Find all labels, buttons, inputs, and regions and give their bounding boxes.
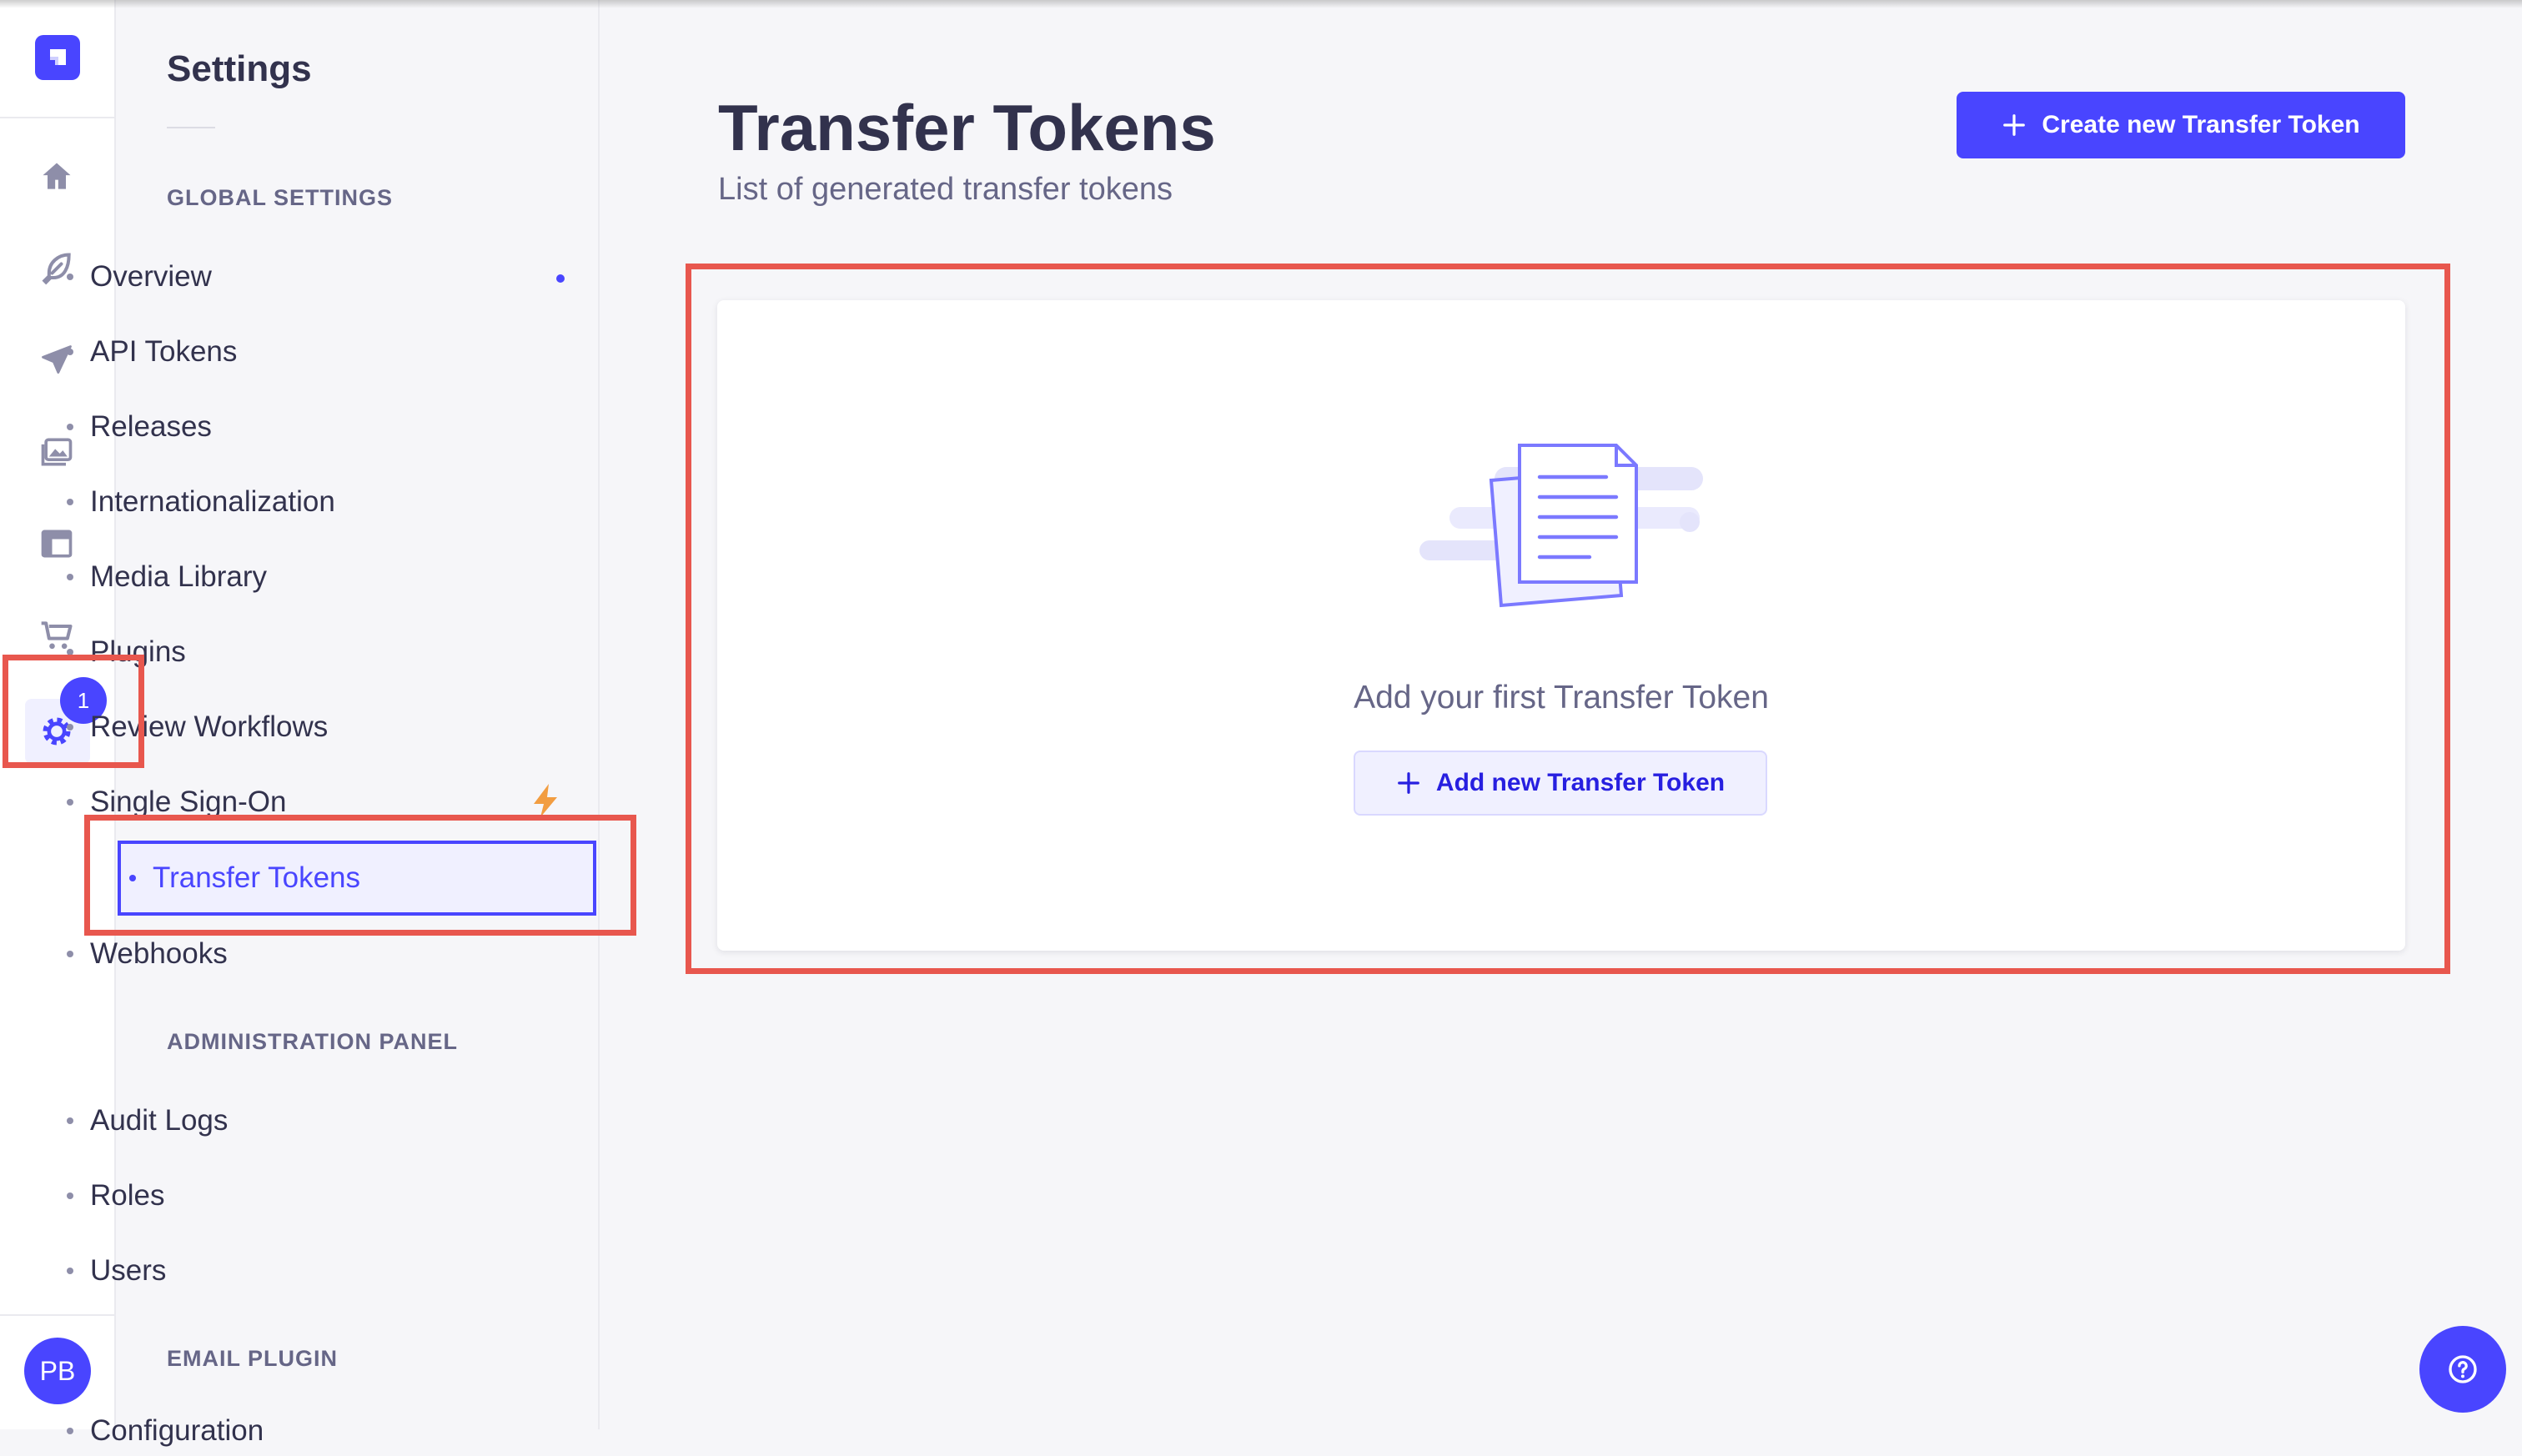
new-indicator-dot [556, 274, 565, 283]
bullet [67, 1192, 73, 1199]
page-subtitle: List of generated transfer tokens [718, 172, 1173, 207]
help-button[interactable] [2419, 1326, 2506, 1413]
subnav-item-roles[interactable]: Roles [58, 1171, 475, 1221]
highlight-empty-state-card [686, 264, 2450, 974]
subnav-item-label: Single Sign-On [90, 786, 287, 818]
subnav-item-configuration[interactable]: Configuration [58, 1406, 475, 1456]
subnav-item-audit-logs[interactable]: Audit Logs [58, 1096, 475, 1146]
section-global-settings: GLOBAL SETTINGS [167, 185, 394, 210]
bullet [67, 349, 73, 355]
subnav-item-label: Releases [90, 410, 212, 443]
highlight-settings-icon [3, 655, 144, 768]
subnav-item-label: Roles [90, 1179, 165, 1212]
subnav-item-users[interactable]: Users [58, 1246, 475, 1296]
create-button-label: Create new Transfer Token [2042, 111, 2360, 138]
plus-icon [2003, 114, 2026, 136]
bullet [67, 424, 73, 430]
avatar[interactable]: PB [24, 1338, 91, 1404]
app-logo[interactable] [35, 35, 80, 80]
create-transfer-token-button[interactable]: Create new Transfer Token [1957, 92, 2405, 158]
bullet [67, 1268, 73, 1274]
lightning-icon [534, 784, 557, 817]
bullet [67, 274, 73, 280]
subnav-item-label: Internationalization [90, 485, 335, 518]
subnav-item-webhooks[interactable]: Webhooks [58, 929, 475, 979]
bullet [67, 574, 73, 580]
top-shadow [0, 0, 2522, 8]
subnav-item-label: API Tokens [90, 335, 238, 368]
page-title: Transfer Tokens [718, 91, 1216, 164]
question-circle-icon [2449, 1355, 2477, 1383]
bullet [67, 1428, 73, 1434]
subnav-item-label: Audit Logs [90, 1104, 229, 1137]
subnav-item-label: Webhooks [90, 937, 228, 970]
subnav-item-releases[interactable]: Releases [58, 402, 475, 452]
subnav-item-label: Users [90, 1254, 167, 1287]
rail-divider [0, 117, 114, 118]
subnav-item-media-library[interactable]: Media Library [58, 552, 475, 602]
subnav-item-label: Configuration [90, 1414, 264, 1447]
bullet [67, 499, 73, 505]
home-icon[interactable] [32, 152, 82, 202]
rail-divider-bottom [0, 1314, 114, 1316]
section-administration-panel: ADMINISTRATION PANEL [167, 1029, 458, 1054]
subnav-item-internationalization[interactable]: Internationalization [58, 477, 475, 527]
logo-icon [50, 49, 66, 65]
subnav-item-overview[interactable]: Overview [58, 252, 475, 302]
subnav-item-label: Overview [90, 260, 212, 293]
subnav-divider [167, 127, 215, 128]
bullet [67, 1117, 73, 1124]
highlight-transfer-tokens-item [84, 815, 636, 936]
bullet [67, 951, 73, 957]
subnav-item-api-tokens[interactable]: API Tokens [58, 327, 475, 377]
subnav-item-label: Media Library [90, 560, 268, 593]
section-email-plugin: EMAIL PLUGIN [167, 1346, 339, 1371]
subnav-title: Settings [167, 48, 312, 89]
bullet [67, 799, 73, 806]
